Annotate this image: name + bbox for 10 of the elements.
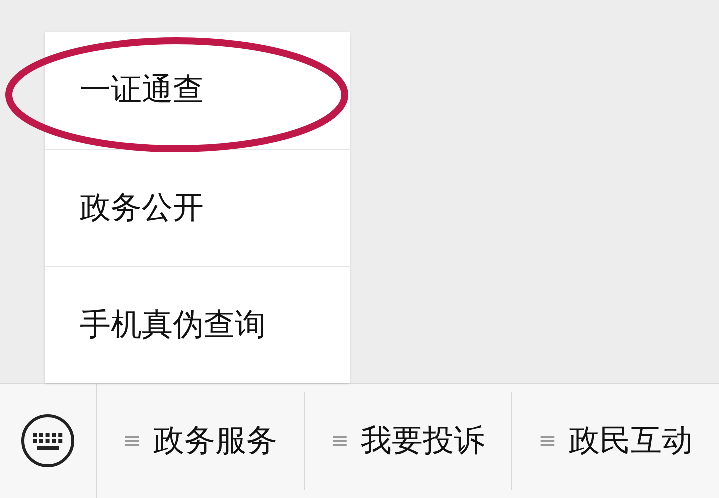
menu-item[interactable]: 手机真伪查询 [80,310,266,340]
menu-tab[interactable]: ≡ 政民互动 [512,392,719,490]
menu-item[interactable]: 一证通查 [80,75,204,106]
menu-tab[interactable]: ≡ 我要投诉 [304,392,512,490]
menu-item[interactable]: 政务公开 [80,192,204,224]
menu-tab[interactable]: ≡ 政务服务 [97,392,305,490]
menu-lines-icon: ≡ [538,424,557,458]
keyboard-icon[interactable] [20,413,76,469]
menu-lines-icon: ≡ [330,424,350,458]
menu-lines-icon: ≡ [123,424,142,458]
